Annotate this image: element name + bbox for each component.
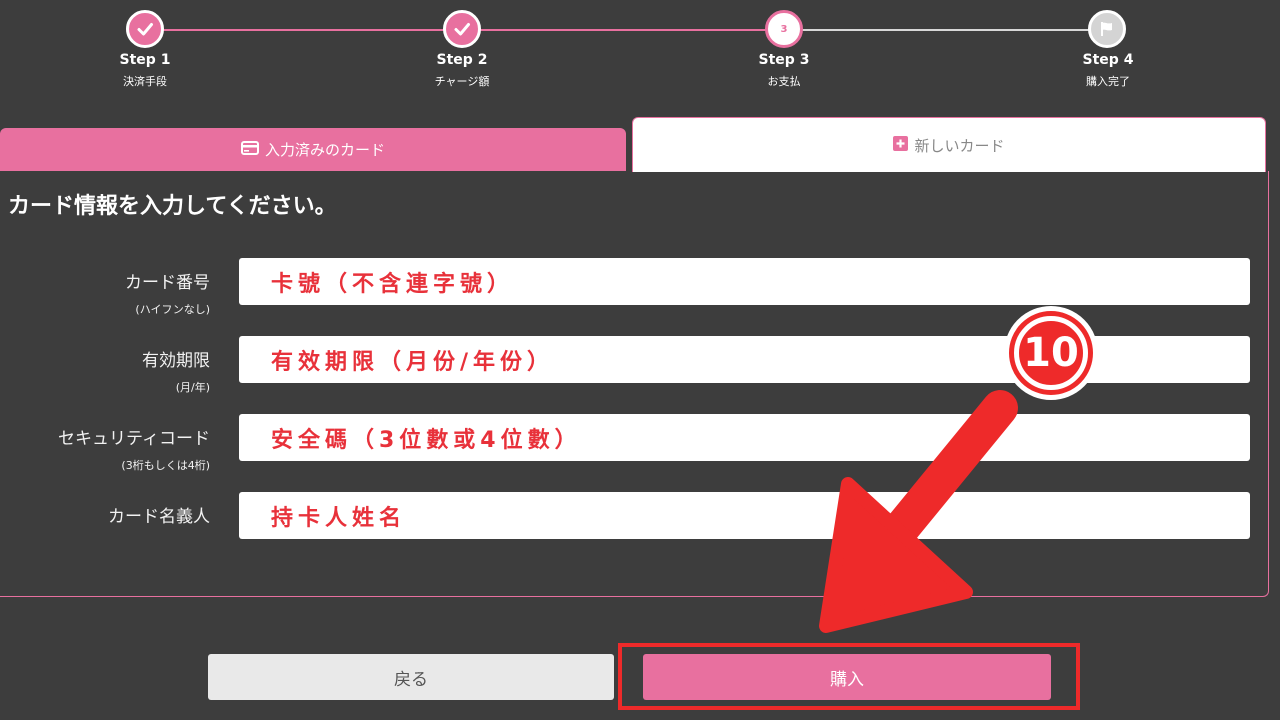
step-number-text: 10 — [1014, 316, 1088, 390]
step-number-badge: 10 — [1004, 306, 1098, 400]
